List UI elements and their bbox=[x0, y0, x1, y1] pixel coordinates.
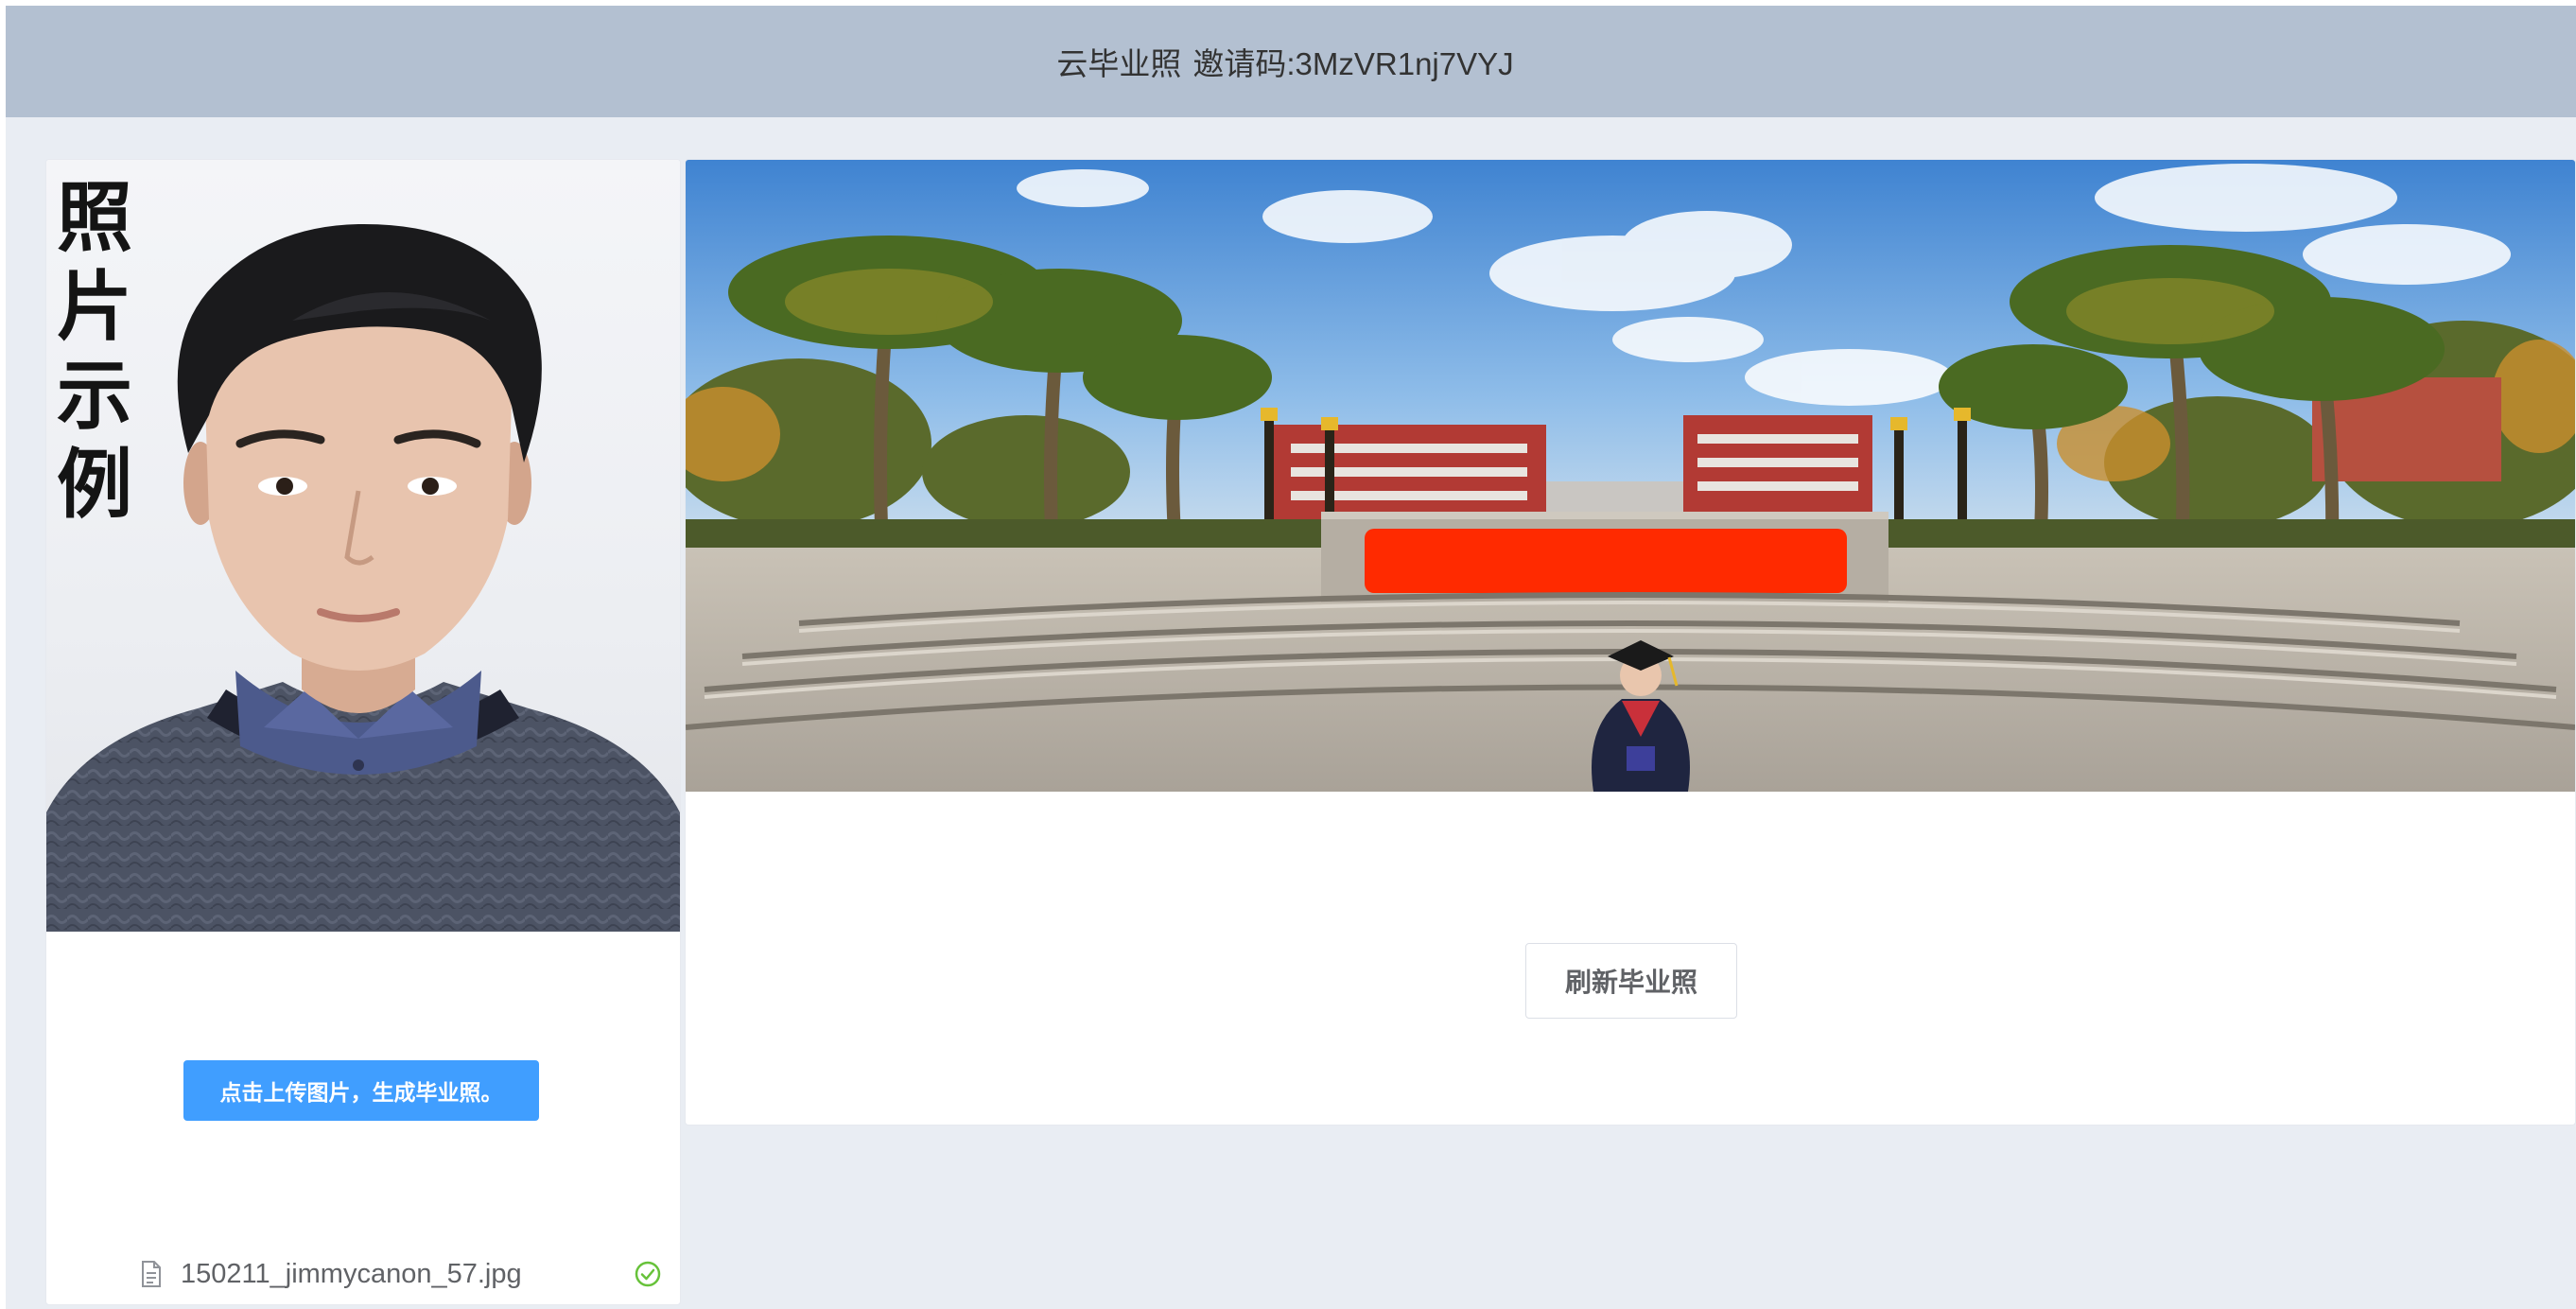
portrait-illustration bbox=[46, 223, 680, 932]
app-title: 云毕业照 bbox=[1056, 46, 1182, 81]
graduation-photo-preview bbox=[686, 160, 2575, 792]
document-icon bbox=[142, 1261, 161, 1287]
upload-card: 照片示例 点击上传图片，生成毕业照。 150211_jimmycanon_57.… bbox=[45, 159, 681, 1305]
upload-photo-button[interactable]: 点击上传图片，生成毕业照。 bbox=[183, 1060, 539, 1121]
campus-scene-image bbox=[686, 160, 2575, 792]
sample-portrait-image: 照片示例 bbox=[46, 160, 680, 932]
check-circle-icon bbox=[635, 1261, 661, 1287]
sample-label: 照片示例 bbox=[57, 173, 132, 529]
uploaded-file-name: 150211_jimmycanon_57.jpg bbox=[181, 1258, 522, 1289]
graduation-photo-card: 刷新毕业照 bbox=[685, 159, 2576, 1126]
uploaded-file-item[interactable]: 150211_jimmycanon_57.jpg bbox=[141, 1255, 661, 1293]
redaction-bar bbox=[1365, 529, 1847, 593]
invite-code: 邀请码:3MzVR1nj7VYJ bbox=[1192, 46, 1514, 81]
app-container: 云毕业照 邀请码:3MzVR1nj7VYJ 照片示例 点击上传图片，生成毕业照。… bbox=[6, 6, 2576, 1309]
page-header: 云毕业照 邀请码:3MzVR1nj7VYJ bbox=[6, 6, 2576, 117]
refresh-photo-button[interactable]: 刷新毕业照 bbox=[1525, 943, 1737, 1019]
